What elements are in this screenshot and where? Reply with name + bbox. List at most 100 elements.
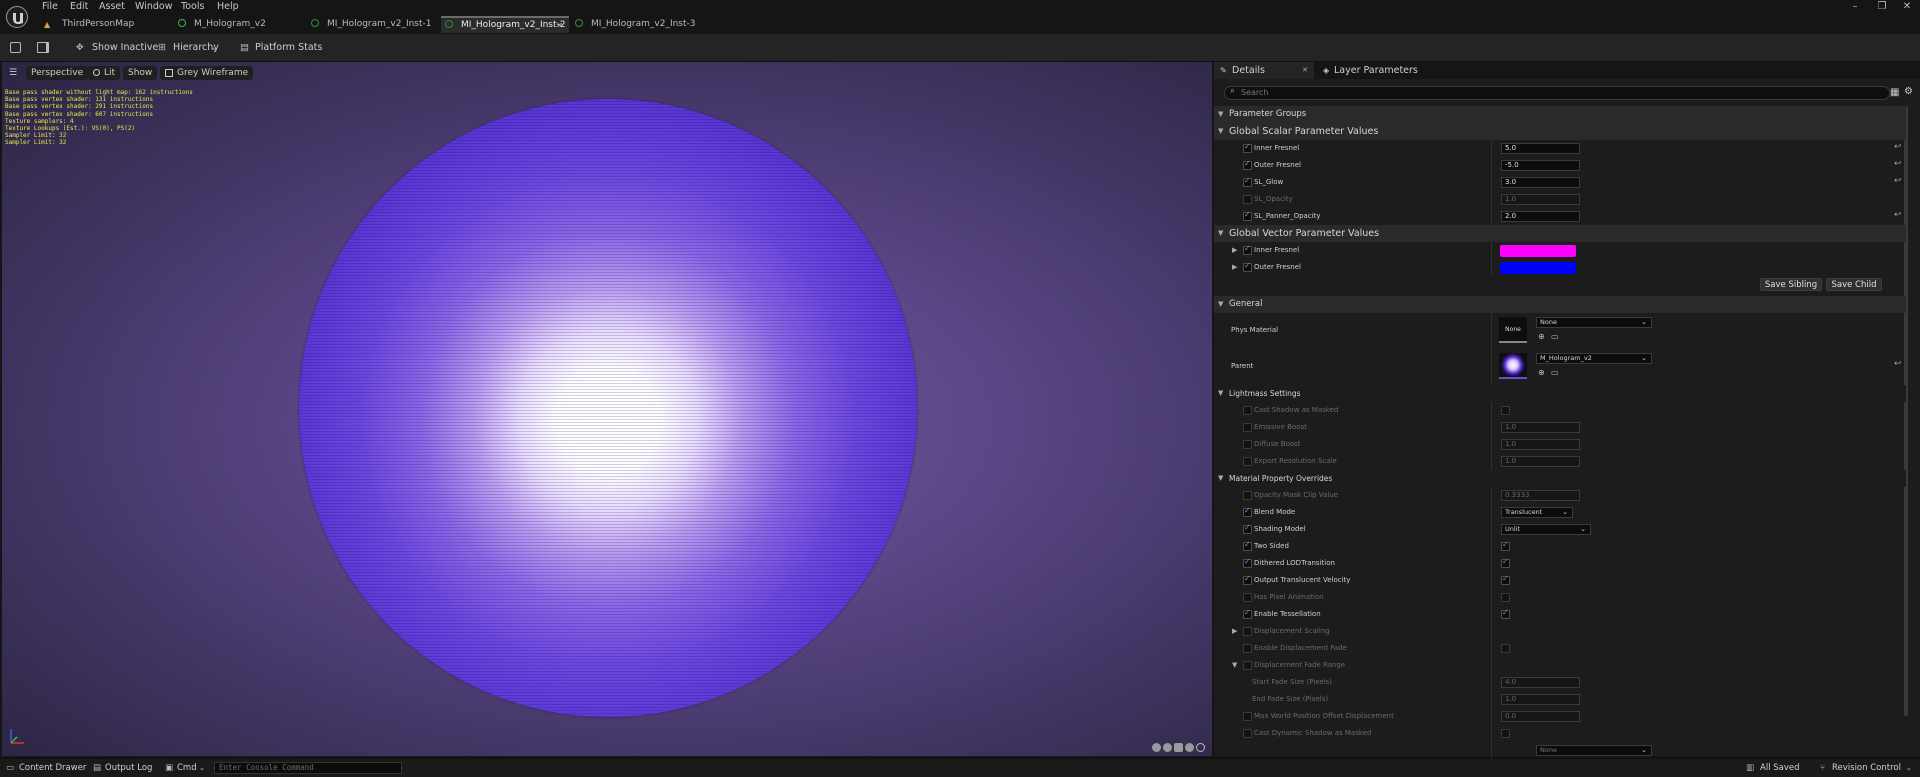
close-window-icon[interactable]: ✕ [1900,1,1914,12]
chevron-down-icon[interactable]: ▼ [1232,657,1237,674]
override-checkbox[interactable] [1243,159,1252,170]
menu-edit[interactable]: Edit [70,1,88,13]
tab-mi-hologram-inst-1[interactable]: MI_Hologram_v2_Inst-1 [307,16,440,33]
chevron-right-icon[interactable]: ▶ [1232,623,1237,640]
override-checkbox[interactable] [1243,406,1252,415]
value-field[interactable]: 5.0 [1501,143,1580,154]
override-checkbox[interactable] [1243,627,1252,636]
override-checkbox[interactable] [1243,506,1252,517]
tab-mi-hologram-inst-2[interactable]: MI_Hologram_v2_Inst-2 ✕ [441,16,569,33]
chevron-down-icon[interactable]: ▼ [1218,225,1223,242]
color-swatch[interactable] [1500,245,1576,257]
override-checkbox[interactable] [1243,523,1252,534]
close-tab-icon[interactable]: ✕ [1302,62,1308,79]
value-field[interactable]: 1.0 [1501,439,1580,450]
platform-stats-button[interactable]: Platform Stats [255,42,322,54]
revision-control-button[interactable]: Revision Control [1832,763,1901,774]
reset-arrow-icon[interactable]: ↩ [1894,159,1902,169]
override-checkbox[interactable] [1243,661,1252,670]
sphere2-shape-icon[interactable] [1163,743,1172,752]
content-drawer-button[interactable]: Content Drawer [19,763,86,774]
override-checkbox[interactable] [1243,593,1252,602]
override-checkbox[interactable] [1243,644,1252,653]
override-checkbox[interactable] [1243,195,1252,204]
value-field[interactable]: 1.0 [1501,456,1580,467]
save-sibling-button[interactable]: Save Sibling [1760,278,1822,291]
menu-tools[interactable]: Tools [181,1,204,13]
override-checkbox[interactable] [1243,457,1252,466]
tab-mi-hologram-inst-3[interactable]: MI_Hologram_v2_Inst-3 [571,16,704,33]
chevron-down-icon[interactable]: ▼ [1218,123,1223,140]
minimize-icon[interactable]: – [1848,1,1862,12]
parent-material-dropdown[interactable]: M_Hologram_v2 ⌄ [1536,353,1652,364]
cylinder-shape-icon[interactable] [1185,743,1194,752]
chevron-down-icon[interactable]: ⌄ [199,763,205,774]
override-checkbox[interactable] [1243,244,1252,255]
browse-icon[interactable] [37,42,49,53]
value-field[interactable]: 1.0 [1501,422,1580,433]
property-checkbox[interactable] [1501,729,1510,738]
table-view-icon[interactable]: ▦ [1890,87,1899,98]
save-child-button[interactable]: Save Child [1826,278,1882,291]
chevron-down-icon[interactable]: ▼ [1218,470,1223,487]
value-field[interactable]: 4.0 [1501,677,1580,688]
menu-window[interactable]: Window [135,1,172,13]
reset-arrow-icon[interactable]: ↩ [1894,359,1902,369]
value-field[interactable]: 3.0 [1501,177,1580,188]
override-checkbox[interactable] [1243,423,1252,432]
phys-material-thumbnail[interactable]: None [1499,317,1527,343]
unreal-logo[interactable] [6,6,28,28]
tab-details[interactable]: ✎ Details ✕ [1214,62,1314,79]
viewport[interactable]: ☰ Perspective Lit Show Grey Wireframe Ba… [2,62,1212,756]
sphere-shape-icon[interactable] [1152,743,1161,752]
phys-material-dropdown[interactable]: None ⌄ [1536,317,1652,328]
override-checkbox[interactable] [1243,574,1252,585]
override-checkbox[interactable] [1243,729,1252,738]
override-checkbox[interactable] [1243,261,1252,272]
chevron-down-icon[interactable]: ▼ [1218,296,1223,313]
browse-folder-icon[interactable]: ▭ [1551,332,1559,341]
value-field[interactable]: 0.3333 [1501,490,1580,501]
value-field[interactable]: 2.0 [1501,211,1580,222]
browse-folder-icon[interactable]: ▭ [1551,368,1559,377]
override-dropdown[interactable]: None ⌄ [1536,745,1652,756]
use-selected-icon[interactable]: ⊕ [1538,332,1545,341]
reset-arrow-icon[interactable]: ↩ [1894,176,1902,186]
menu-asset[interactable]: Asset [99,1,125,13]
property-checkbox[interactable] [1501,406,1510,415]
property-checkbox[interactable] [1501,540,1510,551]
property-checkbox[interactable] [1501,608,1510,619]
override-checkbox[interactable] [1243,176,1252,187]
color-swatch[interactable] [1500,262,1576,274]
property-checkbox[interactable] [1501,557,1510,568]
gear-icon[interactable]: ⚙ [1904,86,1913,97]
menu-help[interactable]: Help [217,1,239,13]
search-input[interactable]: ⌕ Search [1224,86,1890,100]
tab-m-hologram-v2[interactable]: M_Hologram_v2 [174,16,306,33]
reset-arrow-icon[interactable]: ↩ [1894,210,1902,220]
close-tab-icon[interactable]: ✕ [556,18,563,33]
lit-button[interactable]: Lit [88,66,121,80]
output-log-button[interactable]: Output Log [105,763,152,774]
teapot-shape-icon[interactable] [1196,743,1205,752]
tab-layer-parameters[interactable]: ◈ Layer Parameters [1318,62,1438,79]
override-checkbox[interactable] [1243,608,1252,619]
chevron-down-icon[interactable]: ⌄ [211,42,218,54]
parent-material-thumbnail[interactable] [1499,353,1527,379]
perspective-button[interactable]: Perspective [26,66,89,80]
show-inactive-button[interactable]: Show Inactive [92,42,158,54]
all-saved-button[interactable]: All Saved [1760,763,1800,774]
hamburger-icon[interactable]: ☰ [9,68,17,78]
menu-file[interactable]: File [42,1,58,13]
chevron-down-icon[interactable]: ▼ [1218,106,1223,123]
use-selected-icon[interactable]: ⊕ [1538,368,1545,377]
cmd-button[interactable]: Cmd [177,763,197,774]
override-checkbox[interactable] [1243,142,1252,153]
save-icon[interactable] [10,42,21,53]
override-dropdown[interactable]: Unlit ⌄ [1501,524,1591,535]
value-field[interactable]: 0.0 [1501,711,1580,722]
tab-thirdpersonmap[interactable]: ▲ ThirdPersonMap [40,16,172,33]
override-dropdown[interactable]: Translucent ⌄ [1501,507,1573,518]
grey-wireframe-button[interactable]: Grey Wireframe [160,66,254,80]
chevron-right-icon[interactable]: ▶ [1232,242,1237,259]
